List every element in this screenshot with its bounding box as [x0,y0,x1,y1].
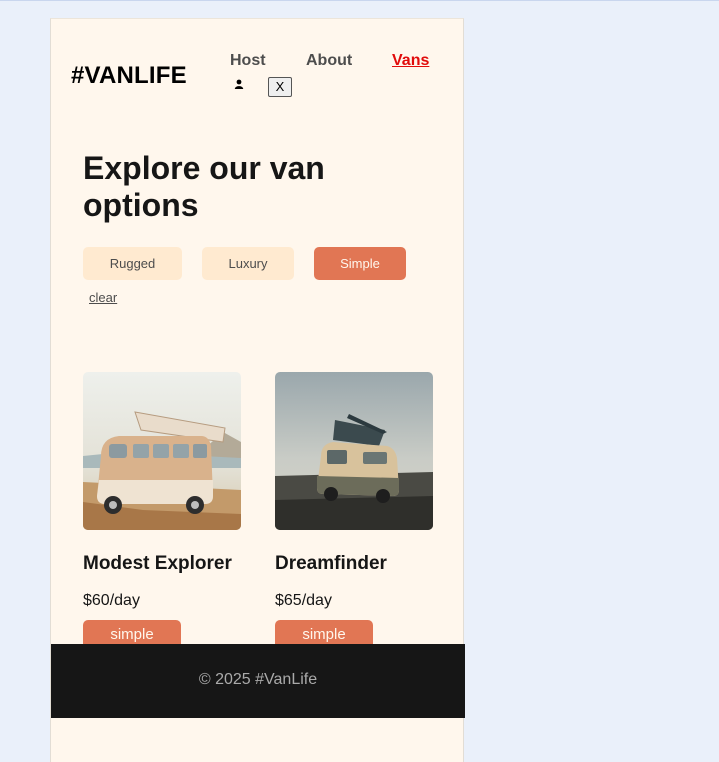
clear-filters-link[interactable]: clear [89,290,117,305]
van-card[interactable]: Dreamfinder $65/day simple [275,372,433,650]
van-card[interactable]: Modest Explorer $60/day simple [83,372,241,650]
close-button[interactable]: X [268,77,292,97]
van-price: $60/day [83,592,140,609]
nav-link-about[interactable]: About [306,52,352,70]
user-icon[interactable] [234,79,244,89]
top-divider [0,0,719,1]
van-price: $65/day [275,592,332,609]
filter-luxury-button[interactable]: Luxury [202,247,294,280]
van-image[interactable] [83,372,241,530]
van-image[interactable] [275,372,433,530]
footer: © 2025 #VanLife [51,644,465,718]
page-title: Explore our van options [83,150,325,223]
van-name[interactable]: Modest Explorer [83,553,232,575]
nav-link-vans[interactable]: Vans [392,52,429,70]
van-name[interactable]: Dreamfinder [275,553,387,575]
filter-simple-button[interactable]: Simple [314,247,406,280]
filter-rugged-button[interactable]: Rugged [83,247,182,280]
footer-copyright: © 2025 #VanLife [198,671,318,688]
site-logo[interactable]: #VANLIFE [71,62,187,90]
app-container: #VANLIFE Host About Vans X Explore our v… [50,18,465,762]
nav-link-host[interactable]: Host [230,52,266,70]
